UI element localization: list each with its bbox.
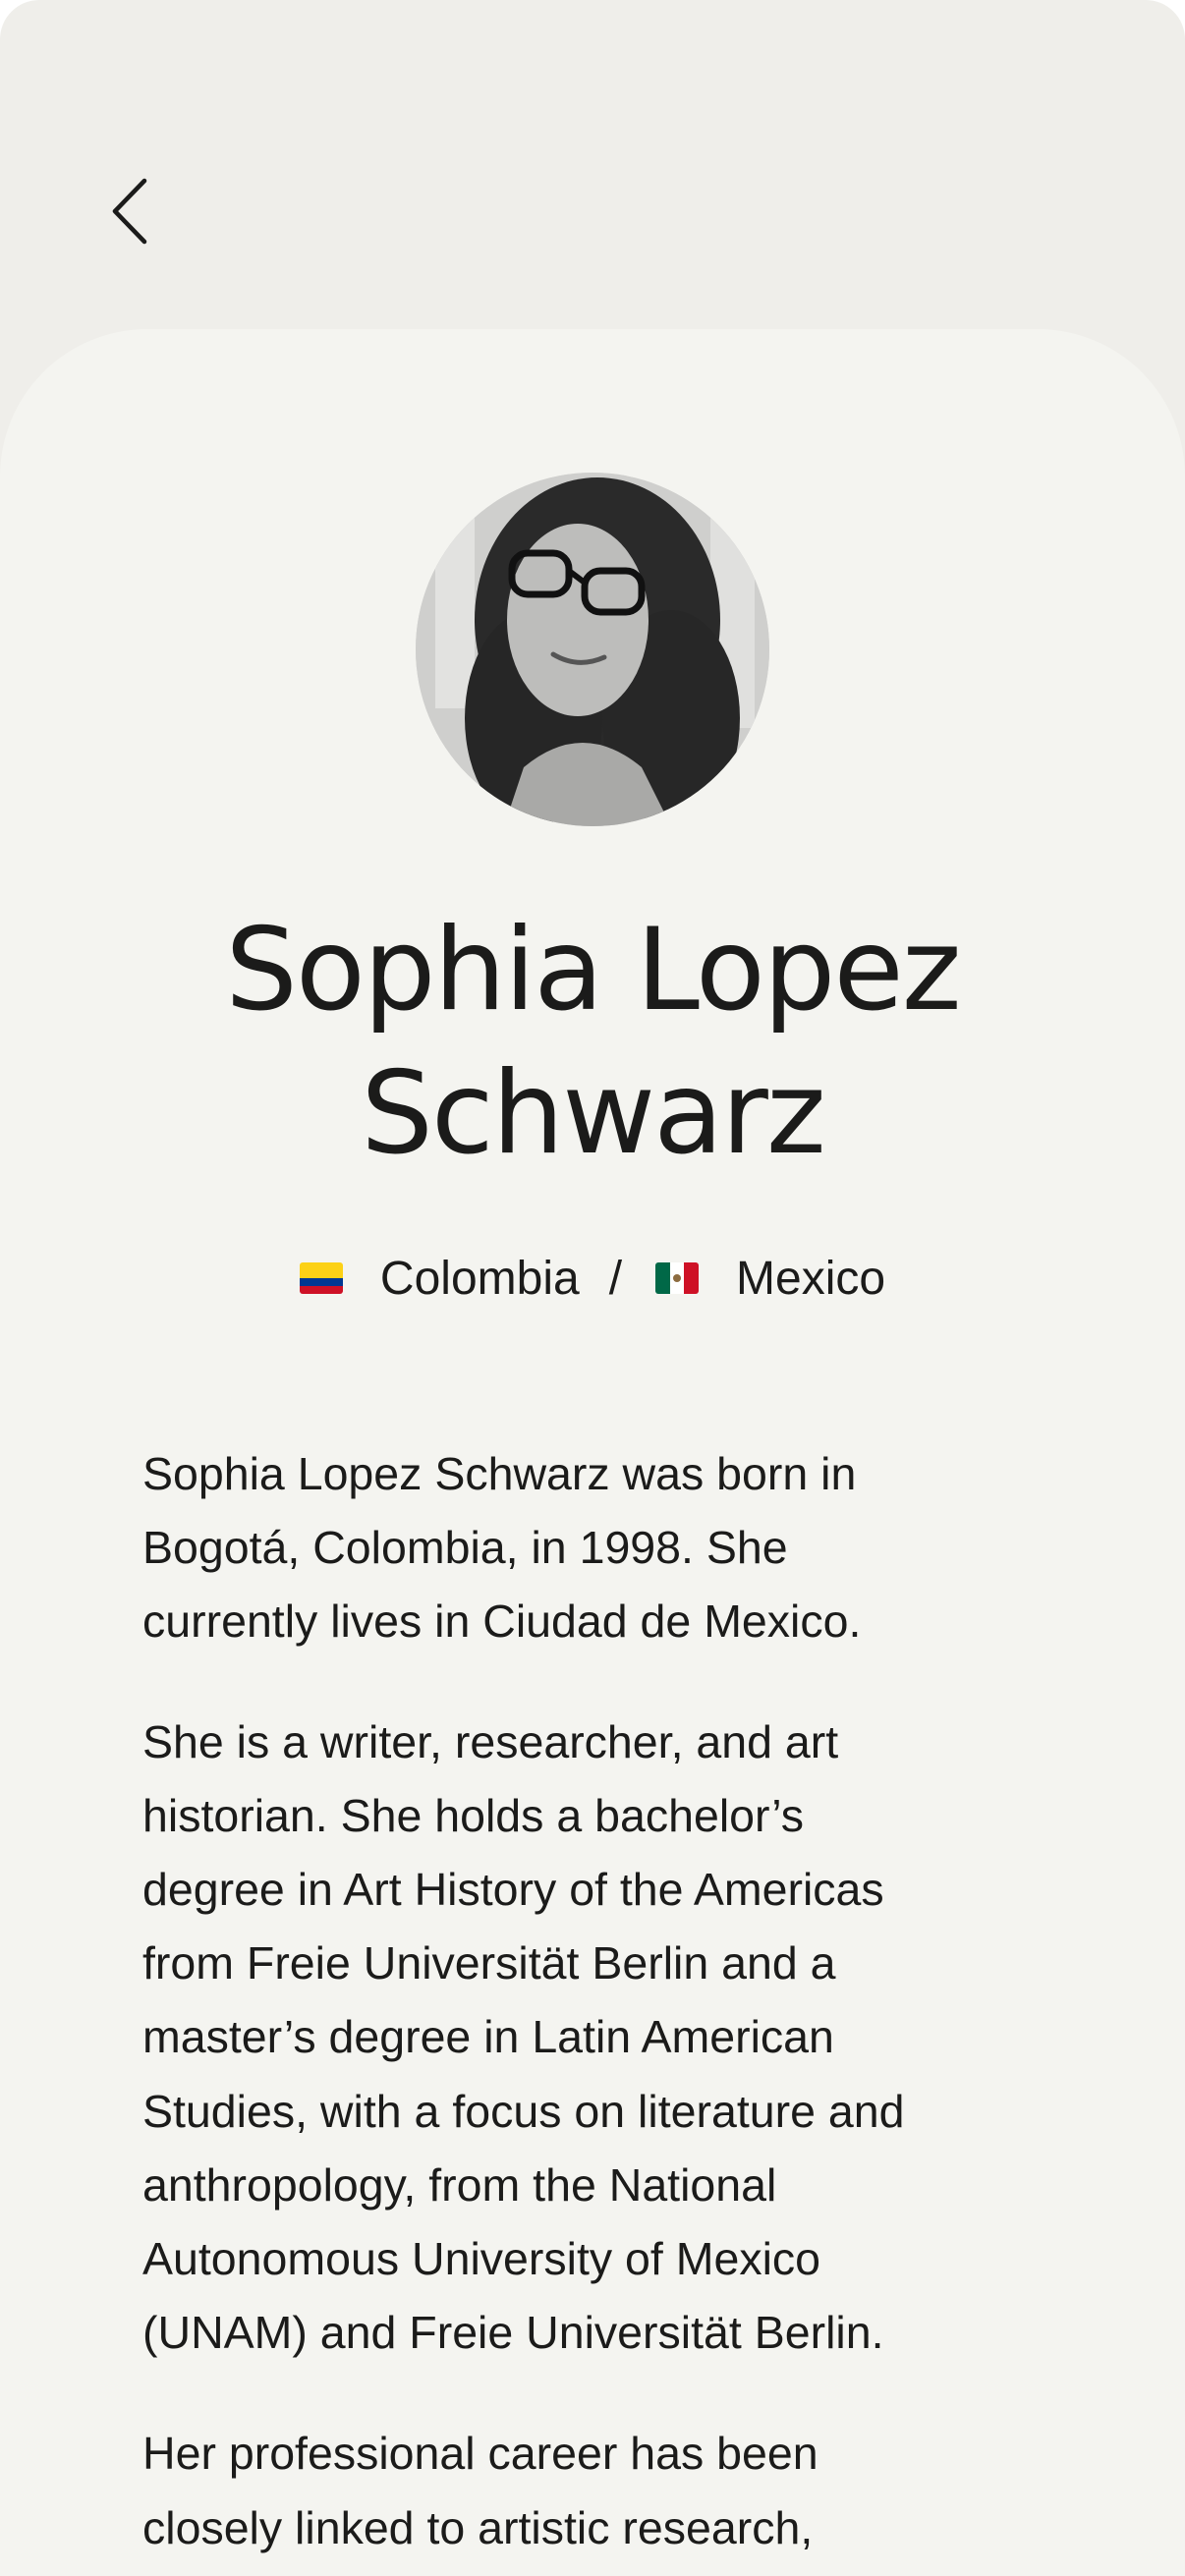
bio-line: degree in Art History of the Americas xyxy=(142,1864,884,1916)
bio-line: Autonomous University of Mexico xyxy=(142,2233,821,2285)
profile-name-line2: Schwarz xyxy=(361,1047,825,1180)
bio-line: She is a writer, researcher, and art xyxy=(142,1715,839,1767)
bio-paragraph-2: She is a writer, researcher, and art his… xyxy=(142,1706,1056,2371)
bio-line: Sophia Lopez Schwarz was born in xyxy=(142,1448,857,1499)
bio-line: closely linked to artistic research, xyxy=(142,2501,814,2553)
bio-line: master’s degree in Latin American xyxy=(142,2011,834,2063)
country-list: Colombia / Mexico xyxy=(0,1246,1185,1311)
bio-line: Bogotá, Colombia, in 1998. She xyxy=(142,1522,788,1574)
profile-screen: Sophia Lopez Schwarz Colombia / Mexico S… xyxy=(0,0,1185,2576)
profile-name: Sophia Lopez Schwarz xyxy=(0,899,1185,1186)
country-separator: / xyxy=(608,1252,623,1305)
bio-line: from Freie Universität Berlin and a xyxy=(142,1937,836,1989)
avatar xyxy=(416,473,769,826)
mexico-flag-icon xyxy=(655,1262,700,1294)
bio-line: (UNAM) and Freie Universität Berlin. xyxy=(142,2307,884,2359)
country-colombia: Colombia xyxy=(379,1252,580,1305)
country-mexico: Mexico xyxy=(736,1252,886,1305)
bio-line: historian. She holds a bachelor’s xyxy=(142,1789,804,1841)
profile-name-line1: Sophia Lopez xyxy=(225,904,961,1036)
chevron-left-icon xyxy=(112,178,147,245)
biography: Sophia Lopez Schwarz was born in Bogotá,… xyxy=(142,1437,1056,2576)
bio-line: Her professional career has been xyxy=(142,2428,818,2480)
bio-line: currently lives in Ciudad de Mexico. xyxy=(142,1596,862,1648)
bio-line: Studies, with a focus on literature and xyxy=(142,2085,905,2137)
colombia-flag-icon xyxy=(299,1262,343,1294)
bio-line: anthropology, from the National xyxy=(142,2158,777,2211)
back-button[interactable] xyxy=(98,167,163,255)
bio-paragraph-1: Sophia Lopez Schwarz was born in Bogotá,… xyxy=(142,1437,1056,1659)
bio-paragraph-3: Her professional career has been closely… xyxy=(142,2417,1056,2564)
